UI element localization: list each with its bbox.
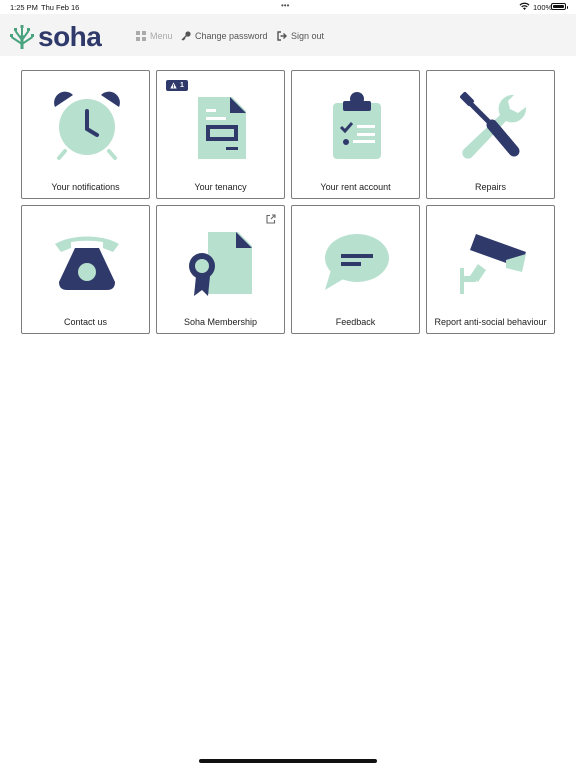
tile-soha-membership[interactable]: Soha Membership (156, 205, 285, 334)
tile-label: Your tenancy (194, 182, 247, 192)
status-bar: 1:25 PM Thu Feb 16 ••• 100% (0, 0, 576, 14)
status-time: 1:25 PM (10, 3, 38, 12)
nav-sign-out-link[interactable]: Sign out (277, 29, 324, 43)
tile-your-tenancy[interactable]: 1 Your tenancy (156, 70, 285, 199)
clipboard-checklist-icon (333, 92, 381, 159)
tile-label: Your notifications (51, 182, 120, 192)
tile-label: Your rent account (320, 182, 391, 192)
status-date: Thu Feb 16 (41, 3, 80, 12)
multitasking-dots[interactable]: ••• (281, 1, 289, 10)
battery-icon (551, 3, 568, 10)
battery-percentage: 100% (533, 3, 553, 12)
nav-change-password-link[interactable]: Change password (181, 29, 268, 43)
grid-icon (136, 31, 146, 41)
certificate-icon (189, 232, 252, 296)
tile-report-anti-social-behaviour[interactable]: Report anti-social behaviour (426, 205, 555, 334)
tile-your-rent-account[interactable]: Your rent account (291, 70, 420, 199)
dashboard-grid: Your notifications 1 Your tenancy Your r… (21, 70, 555, 334)
app-header: soha Menu Change password Sign out (0, 14, 576, 56)
nav-menu-link[interactable]: Menu (136, 29, 173, 43)
tile-your-notifications[interactable]: Your notifications (21, 70, 150, 199)
tile-label: Contact us (63, 317, 108, 327)
nav-change-password-label: Change password (195, 31, 268, 41)
key-icon (181, 31, 191, 41)
home-indicator[interactable] (199, 759, 377, 763)
external-link-icon (266, 214, 276, 224)
notification-badge: 1 (166, 80, 188, 91)
warning-icon (170, 82, 177, 89)
nav-sign-out-label: Sign out (291, 31, 325, 41)
cctv-camera-icon (460, 234, 526, 294)
alarm-clock-icon (54, 91, 120, 160)
wrench-screwdriver-icon (460, 92, 527, 159)
nav-menu-label: Menu (150, 31, 173, 41)
document-icon (198, 97, 246, 159)
sign-out-icon (277, 31, 287, 41)
tile-label: Repairs (474, 182, 506, 192)
tile-contact-us[interactable]: Contact us (21, 205, 150, 334)
tile-repairs[interactable]: Repairs (426, 70, 555, 199)
tile-label: Report anti-social behaviour (434, 317, 547, 327)
tile-label: Feedback (335, 317, 376, 327)
tree-logo-icon (10, 25, 34, 49)
tile-feedback[interactable]: Feedback (291, 205, 420, 334)
logo-wordmark: soha (38, 21, 102, 52)
soha-logo[interactable]: soha (8, 21, 102, 52)
wifi-icon (519, 2, 530, 10)
tile-label: Soha Membership (183, 317, 258, 327)
badge-count: 1 (180, 82, 184, 89)
telephone-icon (55, 236, 119, 290)
speech-bubble-icon (325, 234, 389, 290)
